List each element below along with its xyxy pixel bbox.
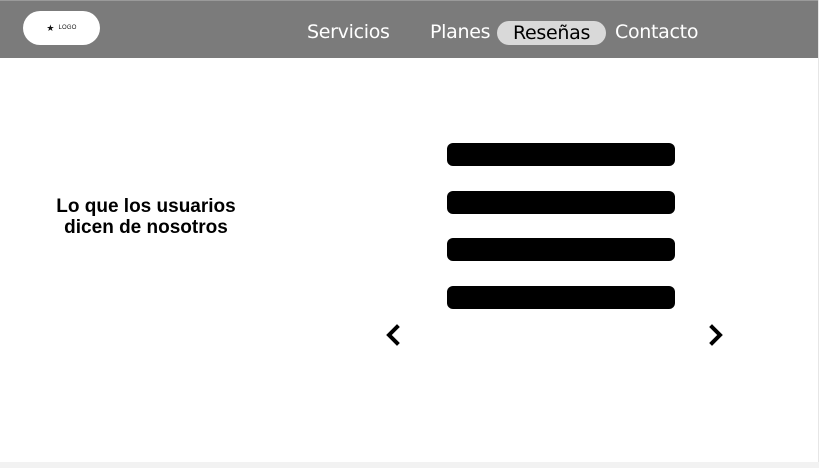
star-icon: ★ <box>46 22 55 33</box>
nav-link-servicios[interactable]: Servicios <box>307 20 390 44</box>
review-placeholder-2 <box>447 191 675 214</box>
carousel-next-button[interactable] <box>705 324 725 346</box>
review-placeholder-3 <box>447 238 675 261</box>
logo-text: LOGO <box>58 25 77 31</box>
carousel-prev-button[interactable] <box>384 324 404 346</box>
nav-link-resenas-active[interactable]: Reseñas <box>497 21 606 45</box>
chevron-right-icon <box>709 324 723 346</box>
review-placeholder-4 <box>447 286 675 309</box>
nav-link-planes[interactable]: Planes <box>430 20 491 44</box>
title-line-2: dicen de nosotros <box>64 217 228 238</box>
reviews-section-title: Lo que los usuarios dicen de nosotros <box>40 196 252 238</box>
nav-link-contacto[interactable]: Contacto <box>615 20 698 44</box>
chevron-left-icon <box>386 324 400 346</box>
page: ★ LOGO Servicios Planes Reseñas Contacto… <box>0 0 819 462</box>
top-navbar: ★ LOGO Servicios Planes Reseñas Contacto <box>0 0 818 58</box>
title-line-1: Lo que los usuarios <box>56 196 236 217</box>
review-placeholder-1 <box>447 143 675 166</box>
logo-badge[interactable]: ★ LOGO <box>23 11 100 45</box>
